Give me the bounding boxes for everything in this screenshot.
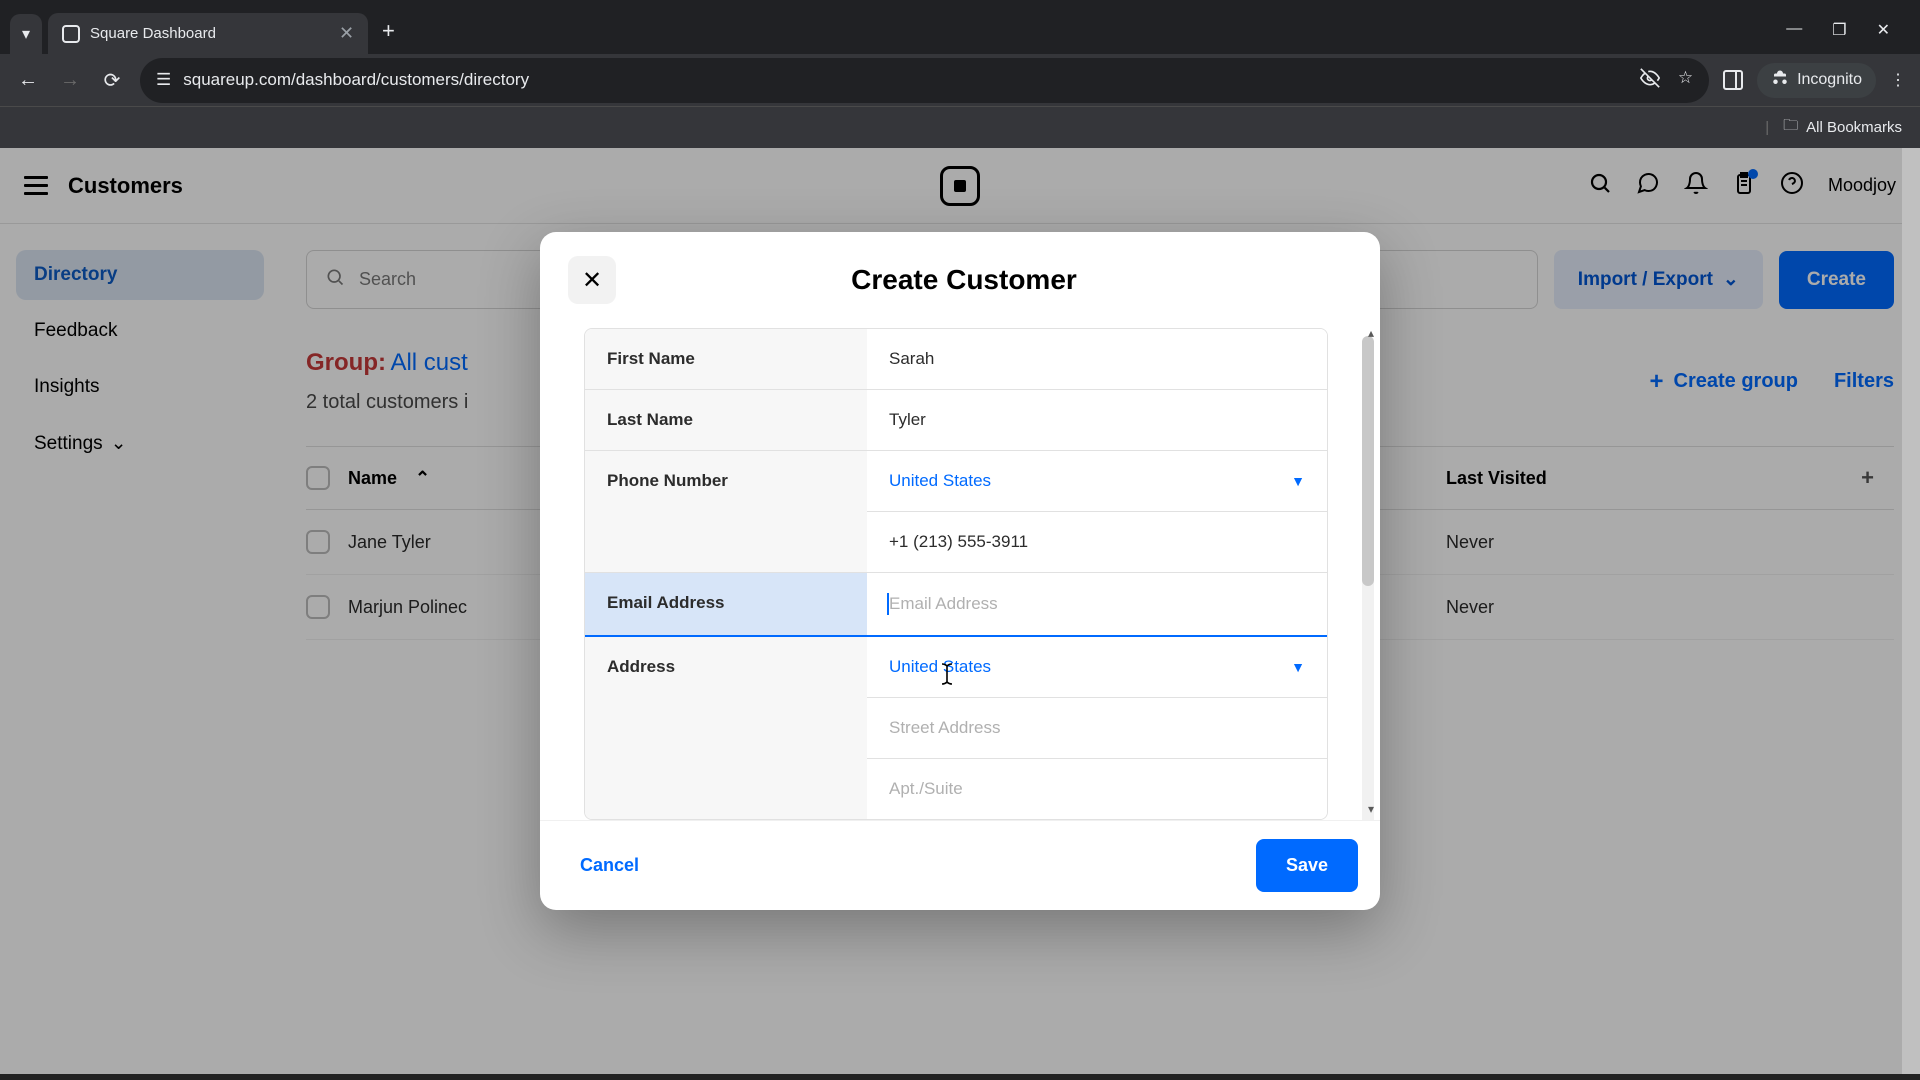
phone-label: Phone Number xyxy=(585,451,867,572)
email-input[interactable]: Email Address xyxy=(867,573,1327,635)
address-country-select[interactable]: United States▼ xyxy=(867,637,1327,697)
create-customer-modal: ✕ Create Customer ▴ ▾ First Name Sarah L… xyxy=(540,232,1380,910)
minimize-icon[interactable]: — xyxy=(1786,20,1802,40)
site-settings-icon[interactable]: ☰ xyxy=(156,70,171,90)
tab-favicon xyxy=(62,25,80,43)
forward-button: → xyxy=(56,69,84,92)
last-name-input[interactable]: Tyler xyxy=(867,390,1327,450)
taskbar xyxy=(0,1074,1920,1080)
browser-toolbar: ← → ⟳ ☰ squareup.com/dashboard/customers… xyxy=(0,54,1920,106)
save-button[interactable]: Save xyxy=(1256,839,1358,892)
last-name-label: Last Name xyxy=(585,390,867,450)
maximize-icon[interactable]: ❐ xyxy=(1832,20,1846,40)
first-name-label: First Name xyxy=(585,329,867,389)
street-address-input[interactable]: Street Address xyxy=(867,697,1327,758)
close-icon[interactable]: ✕ xyxy=(339,23,354,44)
text-cursor-icon xyxy=(937,662,957,692)
scroll-down-icon[interactable]: ▾ xyxy=(1368,802,1374,816)
cancel-button[interactable]: Cancel xyxy=(562,839,657,892)
bookmark-star-icon[interactable]: ☆ xyxy=(1678,68,1693,93)
apt-suite-input[interactable]: Apt./Suite xyxy=(867,758,1327,819)
modal-title: Create Customer xyxy=(576,264,1352,296)
chevron-down-icon: ▼ xyxy=(1291,473,1305,489)
incognito-label: Incognito xyxy=(1797,71,1862,89)
email-placeholder: Email Address xyxy=(889,594,998,614)
page-scrollbar[interactable] xyxy=(1902,148,1920,1080)
phone-country-select[interactable]: United States ▼ xyxy=(867,451,1327,511)
folder-icon: 🗀 xyxy=(1783,115,1798,140)
tab-search-dropdown[interactable]: ▾ xyxy=(10,14,42,54)
chevron-down-icon: ▼ xyxy=(1291,659,1305,675)
browser-titlebar: ▾ Square Dashboard ✕ + — ❐ ✕ xyxy=(0,0,1920,54)
all-bookmarks-link[interactable]: All Bookmarks xyxy=(1806,119,1902,136)
first-name-input[interactable]: Sarah xyxy=(867,329,1327,389)
back-button[interactable]: ← xyxy=(14,69,42,92)
url-text: squareup.com/dashboard/customers/directo… xyxy=(183,70,529,90)
phone-country-value: United States xyxy=(889,471,991,491)
modal-scrollbar[interactable] xyxy=(1362,336,1374,820)
phone-number-input[interactable]: +1 (213) 555-3911 xyxy=(867,511,1327,572)
window-controls: — ❐ ✕ xyxy=(1786,20,1910,54)
incognito-badge[interactable]: Incognito xyxy=(1757,63,1876,98)
tab-title: Square Dashboard xyxy=(90,25,216,42)
email-label: Email Address xyxy=(585,573,867,635)
incognito-icon xyxy=(1771,69,1789,92)
browser-tab[interactable]: Square Dashboard ✕ xyxy=(48,13,368,54)
side-panel-icon[interactable] xyxy=(1723,70,1743,90)
visibility-off-icon[interactable] xyxy=(1640,68,1660,93)
scroll-up-icon[interactable]: ▴ xyxy=(1368,328,1374,340)
reload-button[interactable]: ⟳ xyxy=(98,68,126,93)
address-label: Address xyxy=(585,637,867,819)
menu-icon[interactable]: ⋮ xyxy=(1890,70,1906,90)
new-tab-button[interactable]: + xyxy=(368,8,409,54)
close-window-icon[interactable]: ✕ xyxy=(1877,20,1890,40)
bookmarks-bar: | 🗀 All Bookmarks xyxy=(0,106,1920,148)
address-bar[interactable]: ☰ squareup.com/dashboard/customers/direc… xyxy=(140,58,1709,103)
